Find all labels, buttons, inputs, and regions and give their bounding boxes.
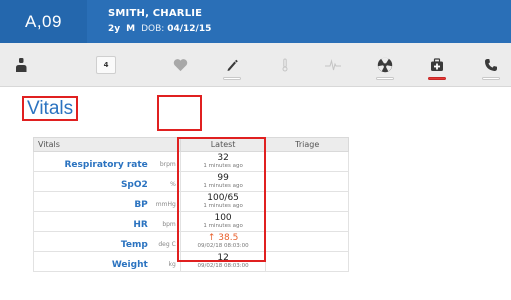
- vital-label[interactable]: Weight: [112, 260, 148, 270]
- vital-name-cell: HR bpm: [33, 211, 181, 232]
- patient-name: SMITH, CHARLIE: [108, 8, 203, 19]
- dob-label: DOB:: [141, 24, 165, 34]
- toolbar-radiology-button[interactable]: [366, 43, 404, 87]
- patient-header: A,09 SMITH, CHARLIE 2y M DOB: 04/12/15: [0, 0, 511, 43]
- latest-value-abnormal: ↑ 38.5: [207, 232, 239, 243]
- latest-value-cell[interactable]: 100 1 minutes ago: [179, 211, 267, 232]
- vital-unit: %: [170, 181, 176, 188]
- table-row: Respiratory rate brpm 32 1 minutes ago: [33, 151, 349, 172]
- latest-time: 09/02/18 08:03:00: [197, 262, 249, 269]
- vital-name-cell: Respiratory rate brpm: [33, 151, 181, 172]
- latest-value: 12: [217, 252, 229, 263]
- medication-alert-bar: [428, 77, 446, 80]
- latest-value: 99: [217, 172, 229, 183]
- vital-unit: deg C: [158, 241, 176, 248]
- vital-unit: brpm: [159, 161, 176, 168]
- user-icon: [16, 58, 27, 72]
- vital-label[interactable]: Respiratory rate: [65, 160, 148, 170]
- table-row: Weight kg 12 09/02/18 08:03:00: [33, 251, 349, 272]
- toolbar-count-button[interactable]: 4: [88, 43, 124, 87]
- latest-value-cell[interactable]: 32 1 minutes ago: [179, 151, 267, 172]
- page-title: Vitals: [22, 96, 79, 121]
- table-row: SpO2% 99 1 minutes ago: [33, 171, 349, 192]
- latest-value-cell[interactable]: ↑ 38.5 09/02/18 08:03:00: [179, 231, 267, 252]
- vital-unit: kg: [168, 261, 176, 268]
- phone-status-bar: [482, 77, 500, 80]
- toolbar-medication-button[interactable]: [418, 43, 456, 87]
- heart-icon: [173, 59, 187, 72]
- latest-time: 1 minutes ago: [203, 202, 243, 209]
- toolbar-vitals-tab[interactable]: [160, 43, 200, 87]
- latest-time: 1 minutes ago: [203, 162, 243, 169]
- latest-value-cell[interactable]: 100/65 1 minutes ago: [179, 191, 267, 212]
- patient-demographics: 2y M DOB: 04/12/15: [108, 24, 211, 34]
- toolbar-notes-button[interactable]: [214, 43, 250, 87]
- pulse-icon: [325, 59, 341, 71]
- first-aid-kit-icon: [431, 58, 443, 71]
- vital-label[interactable]: BP: [134, 200, 147, 210]
- table-row: Temp deg C ↑ 38.5 09/02/18 08:03:00: [33, 231, 349, 252]
- vital-name-cell: Temp deg C: [33, 231, 181, 252]
- table-row: BP mmHg 100/65 1 minutes ago: [33, 191, 349, 212]
- table-header-row: Vitals Latest Triage: [33, 137, 349, 152]
- toolbar-phone-button[interactable]: [474, 43, 508, 87]
- triage-cell: [265, 231, 349, 252]
- latest-time: 1 minutes ago: [203, 182, 243, 189]
- vitals-table: Vitals Latest Triage Respiratory rate brp…: [33, 137, 349, 272]
- column-header-vitals: Vitals: [33, 137, 181, 152]
- column-header-triage: Triage: [265, 137, 349, 152]
- triage-cell: [265, 171, 349, 192]
- triage-cell: [265, 251, 349, 272]
- patient-toolbar: 4: [0, 43, 511, 131]
- vital-unit: bpm: [162, 221, 176, 228]
- thermometer-icon: [282, 58, 288, 72]
- latest-value: 100: [214, 212, 232, 223]
- patient-dob: 04/12/15: [167, 24, 212, 34]
- notes-status-bar: [223, 77, 241, 80]
- patient-age: 2y: [108, 24, 121, 34]
- triage-cell: [265, 191, 349, 212]
- radiology-status-bar: [376, 77, 394, 80]
- vital-name-cell: Weight kg: [33, 251, 181, 272]
- vital-label[interactable]: HR: [133, 220, 147, 230]
- latest-value: 100/65: [207, 192, 239, 203]
- latest-value-cell[interactable]: 99 1 minutes ago: [179, 171, 267, 192]
- toolbar-patient-button[interactable]: [4, 43, 38, 87]
- latest-value-cell[interactable]: 12 09/02/18 08:03:00: [179, 251, 267, 272]
- vital-label[interactable]: Temp: [121, 240, 148, 250]
- table-row: HR bpm 100 1 minutes ago: [33, 211, 349, 232]
- vital-label[interactable]: SpO2: [121, 180, 148, 190]
- toolbar-temperature-button[interactable]: [270, 43, 300, 87]
- column-header-latest: Latest: [179, 137, 267, 152]
- patient-sex: M: [126, 24, 136, 34]
- triage-cell: [265, 211, 349, 232]
- latest-value: 32: [217, 152, 229, 163]
- triage-cell: [265, 151, 349, 172]
- vital-name-cell: SpO2%: [33, 171, 181, 192]
- phone-icon: [485, 59, 497, 72]
- pen-icon: [227, 59, 238, 71]
- count-badge: 4: [96, 56, 116, 74]
- vital-name-cell: BP mmHg: [33, 191, 181, 212]
- latest-time: 1 minutes ago: [203, 222, 243, 229]
- radiation-icon: [377, 57, 393, 73]
- vital-unit: mmHg: [155, 201, 176, 208]
- heart-tab-highlight: [157, 95, 202, 131]
- latest-time: 09/02/18 08:03:00: [197, 242, 249, 249]
- toolbar-ecg-button[interactable]: [318, 43, 348, 87]
- bed-number: A,09: [0, 0, 87, 43]
